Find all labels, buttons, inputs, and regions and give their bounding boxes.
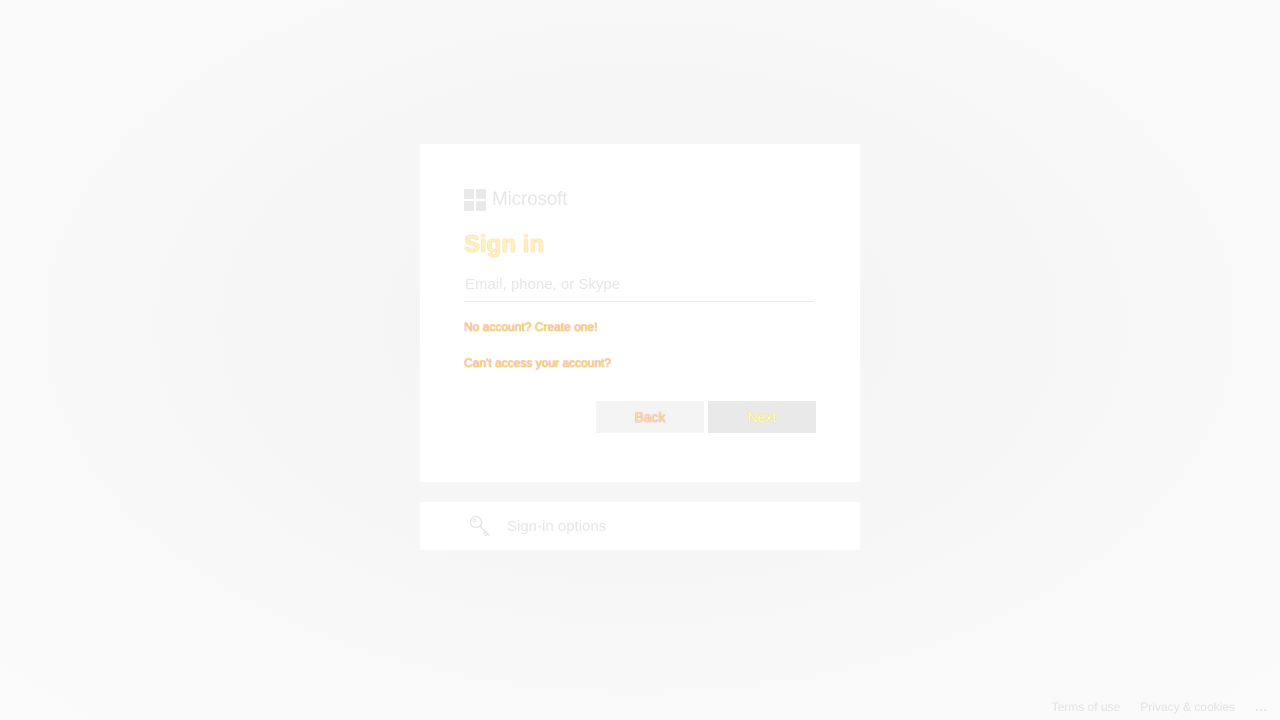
email-field[interactable] (464, 270, 815, 301)
create-account-link[interactable]: No account? Create one! (464, 320, 597, 334)
microsoft-logo: Microsoft (464, 188, 816, 212)
footer: Terms of use Privacy & cookies ... (1052, 700, 1268, 714)
microsoft-logo-icon (464, 189, 486, 211)
button-row: Back Next (596, 401, 816, 433)
more-options-button[interactable]: ... (1255, 700, 1268, 714)
signin-options-button[interactable]: Sign-in options (420, 502, 860, 550)
signin-card: Microsoft Sign in No account? Create one… (420, 144, 860, 482)
next-button[interactable]: Next (708, 401, 816, 433)
terms-of-use-link[interactable]: Terms of use (1052, 700, 1121, 714)
page-title: Sign in (464, 231, 544, 258)
back-button[interactable]: Back (596, 401, 704, 433)
signin-options-label: Sign-in options (507, 517, 607, 535)
cant-access-account-link[interactable]: Can't access your account? (464, 356, 611, 370)
email-field-wrapper (464, 270, 815, 302)
brand-name: Microsoft (492, 189, 568, 210)
no-account-line: No account? Create one! (464, 320, 816, 336)
key-icon (469, 515, 490, 537)
cant-access-line: Can't access your account? (464, 356, 816, 372)
privacy-cookies-link[interactable]: Privacy & cookies (1140, 700, 1235, 714)
